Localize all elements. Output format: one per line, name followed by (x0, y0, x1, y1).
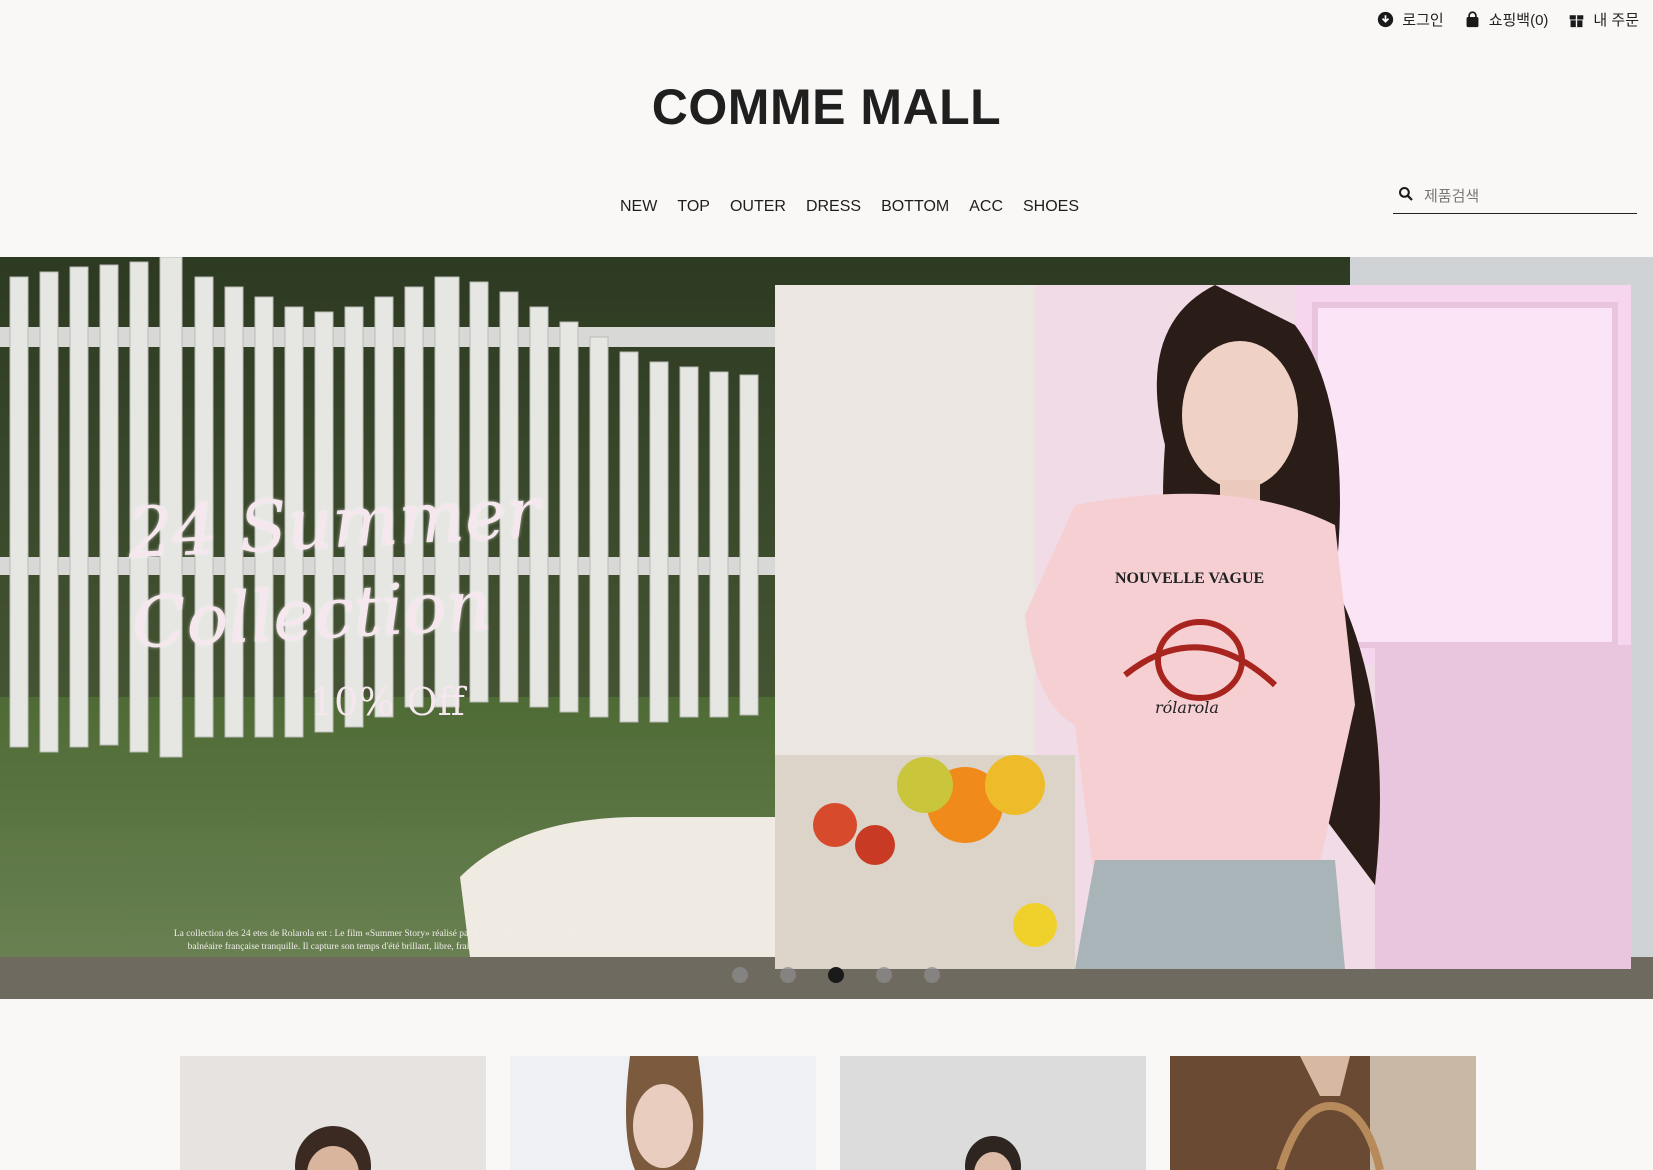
slider-pagination (732, 967, 940, 983)
nav-item-bottom[interactable]: BOTTOM (881, 198, 949, 216)
slide-dot-3[interactable] (828, 967, 844, 983)
search-input[interactable] (1422, 187, 1626, 206)
product-card-4[interactable] (1170, 1056, 1476, 1170)
nav-item-dress[interactable]: DRESS (806, 198, 861, 216)
site-logo[interactable]: COMME MALL (0, 78, 1653, 136)
search-icon[interactable] (1393, 186, 1414, 207)
cart-label: 쇼핑백(0) (1488, 11, 1549, 29)
hero-caption: La collection des 24 etes de Rolarola es… (173, 929, 587, 952)
download-circle-icon (1377, 11, 1394, 28)
hero-discount: 10% Off (310, 680, 465, 724)
hero-title: 24 Summer Collection (126, 467, 547, 668)
product-image-2 (510, 1056, 816, 1170)
cart-link[interactable]: 쇼핑백(0) (1464, 9, 1549, 30)
utility-bar: 로그인 쇼핑백(0) 내 주문 (1377, 0, 1639, 38)
product-image-1 (180, 1056, 486, 1170)
nav-item-outer[interactable]: OUTER (730, 198, 786, 216)
product-grid (180, 1056, 1476, 1170)
shirt-print-text: NOUVELLE VAGUE (1115, 570, 1264, 587)
orders-label: 내 주문 (1593, 11, 1639, 29)
product-card-2[interactable] (510, 1056, 816, 1170)
shopping-bag-icon (1464, 11, 1481, 28)
product-image-4 (1170, 1056, 1476, 1170)
search-box (1393, 180, 1637, 214)
slide-dot-5[interactable] (924, 967, 940, 983)
product-card-3[interactable] (840, 1056, 1146, 1170)
gift-box-icon (1568, 11, 1585, 28)
product-card-1[interactable] (180, 1056, 486, 1170)
hero-model-photo: NOUVELLE VAGUE rólarola (775, 285, 1631, 969)
nav-item-top[interactable]: TOP (677, 198, 710, 216)
slide-dot-4[interactable] (876, 967, 892, 983)
product-image-3 (840, 1056, 1146, 1170)
shirt-brand-text: rólarola (1155, 698, 1219, 717)
nav-item-shoes[interactable]: SHOES (1023, 198, 1079, 216)
nav-item-acc[interactable]: ACC (969, 198, 1003, 216)
login-label: 로그인 (1402, 11, 1444, 29)
orders-link[interactable]: 내 주문 (1568, 9, 1639, 30)
main-nav: NEW TOP OUTER DRESS BOTTOM ACC SHOES (620, 198, 1079, 216)
slide-dot-1[interactable] (732, 967, 748, 983)
login-link[interactable]: 로그인 (1377, 9, 1444, 30)
slide-dot-2[interactable] (780, 967, 796, 983)
nav-item-new[interactable]: NEW (620, 198, 657, 216)
